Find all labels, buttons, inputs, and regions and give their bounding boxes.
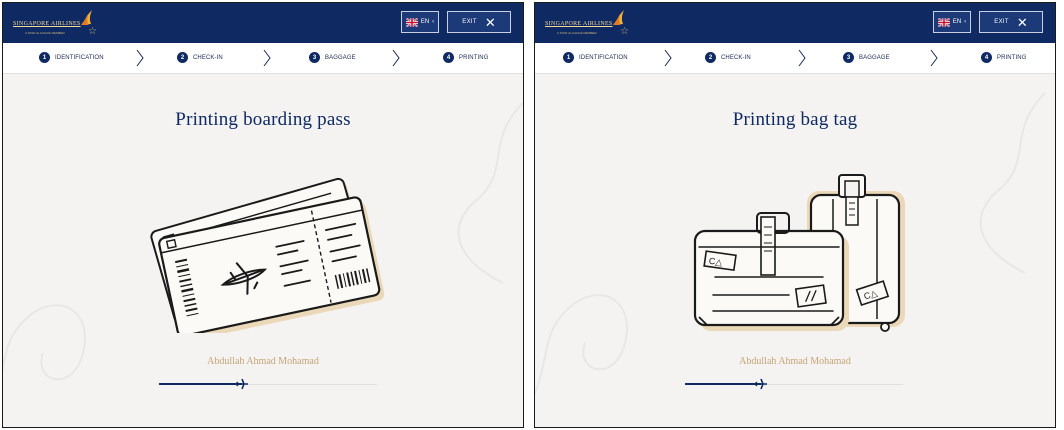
- step-label: CHECK-IN: [721, 54, 751, 61]
- chevron-right-icon: [263, 49, 271, 67]
- chevron-right-icon: [798, 49, 806, 67]
- step-label: BAGGAGE: [859, 54, 890, 61]
- chevron-right-icon: [664, 49, 672, 67]
- step-label: PRINTING: [459, 54, 489, 61]
- step-number: 3: [843, 52, 854, 63]
- step-identification: 1 IDENTIFICATION: [39, 52, 104, 63]
- uk-flag-icon: [937, 17, 950, 27]
- page-title: Printing boarding pass: [175, 109, 351, 130]
- print-progress-bar: [159, 378, 377, 390]
- language-button[interactable]: EN ‹: [933, 11, 971, 33]
- step-label: IDENTIFICATION: [579, 54, 628, 61]
- progress-fill: [685, 383, 761, 385]
- boarding-pass-illustration: [150, 177, 385, 333]
- close-icon: ✕: [1016, 14, 1028, 30]
- step-check-in: 2 CHECK-IN: [177, 52, 223, 63]
- step-printing: 4 PRINTING: [443, 52, 488, 63]
- print-progress-bar: [685, 378, 903, 390]
- step-identification: 1 IDENTIFICATION: [563, 52, 628, 63]
- passenger-name: Abdullah Ahmad Mohamad: [739, 356, 851, 367]
- header-bar: SINGAPORE AIRLINES A STAR ALLIANCE MEMBE…: [535, 3, 1055, 43]
- step-baggage: 3 BAGGAGE: [309, 52, 356, 63]
- step-number: 3: [309, 52, 320, 63]
- header-bar: SINGAPORE AIRLINES A STAR ALLIANCE MEMBE…: [3, 3, 523, 43]
- step-number: 1: [563, 52, 574, 63]
- progress-steps: 1 IDENTIFICATION 2 CHECK-IN 3 BAGGAGE 4 …: [535, 43, 1055, 74]
- airplane-icon: [755, 378, 767, 390]
- chevron-right-icon: [930, 49, 938, 67]
- chevron-left-icon: ‹: [964, 19, 967, 25]
- airline-name: SINGAPORE AIRLINES: [545, 21, 613, 27]
- chevron-right-icon: [136, 49, 144, 67]
- language-button[interactable]: EN ‹: [401, 11, 439, 33]
- exit-button[interactable]: EXIT ✕: [447, 11, 511, 33]
- page-title: Printing bag tag: [732, 109, 858, 130]
- step-number: 1: [39, 52, 50, 63]
- language-label: EN: [420, 19, 430, 25]
- bag-tag-screen: SINGAPORE AIRLINES A STAR ALLIANCE MEMBE…: [534, 2, 1056, 428]
- step-check-in: 2 CHECK-IN: [705, 52, 751, 63]
- background-texture: [3, 304, 86, 381]
- step-baggage: 3 BAGGAGE: [843, 52, 890, 63]
- bird-logo-icon: [613, 10, 624, 25]
- boarding-pass-screen: SINGAPORE AIRLINES A STAR ALLIANCE MEMBE…: [2, 2, 524, 428]
- airline-name: SINGAPORE AIRLINES: [13, 21, 81, 27]
- step-number: 2: [177, 52, 188, 63]
- close-icon: ✕: [484, 14, 496, 30]
- chevron-right-icon: [392, 49, 400, 67]
- step-label: CHECK-IN: [193, 54, 223, 61]
- progress-steps: 1 IDENTIFICATION 2 CHECK-IN 3 BAGGAGE 4 …: [3, 43, 523, 74]
- step-label: PRINTING: [997, 54, 1027, 61]
- alliance-tagline: A STAR ALLIANCE MEMBER: [557, 31, 597, 35]
- alliance-tagline: A STAR ALLIANCE MEMBER: [25, 31, 65, 35]
- step-label: BAGGAGE: [325, 54, 356, 61]
- airline-logo: SINGAPORE AIRLINES A STAR ALLIANCE MEMBE…: [545, 9, 655, 37]
- luggage-illustration: C△ C△: [693, 174, 905, 332]
- step-number: 4: [443, 52, 454, 63]
- step-number: 4: [981, 52, 992, 63]
- background-texture: [535, 294, 628, 396]
- airplane-icon: [236, 378, 248, 390]
- star-alliance-icon: ☆: [88, 26, 97, 37]
- star-alliance-icon: ☆: [620, 26, 629, 37]
- exit-button[interactable]: EXIT ✕: [979, 11, 1043, 33]
- exit-label: EXIT: [462, 19, 477, 25]
- language-label: EN: [952, 19, 962, 25]
- step-printing: 4 PRINTING: [981, 52, 1026, 63]
- exit-label: EXIT: [994, 19, 1009, 25]
- uk-flag-icon: [405, 17, 418, 27]
- passenger-name: Abdullah Ahmad Mohamad: [207, 356, 319, 367]
- progress-fill: [159, 383, 242, 385]
- step-label: IDENTIFICATION: [55, 54, 104, 61]
- step-number: 2: [705, 52, 716, 63]
- svg-text:C△: C△: [708, 256, 723, 268]
- bird-logo-icon: [81, 10, 92, 25]
- airline-logo: SINGAPORE AIRLINES A STAR ALLIANCE MEMBE…: [13, 9, 123, 37]
- chevron-left-icon: ‹: [432, 19, 435, 25]
